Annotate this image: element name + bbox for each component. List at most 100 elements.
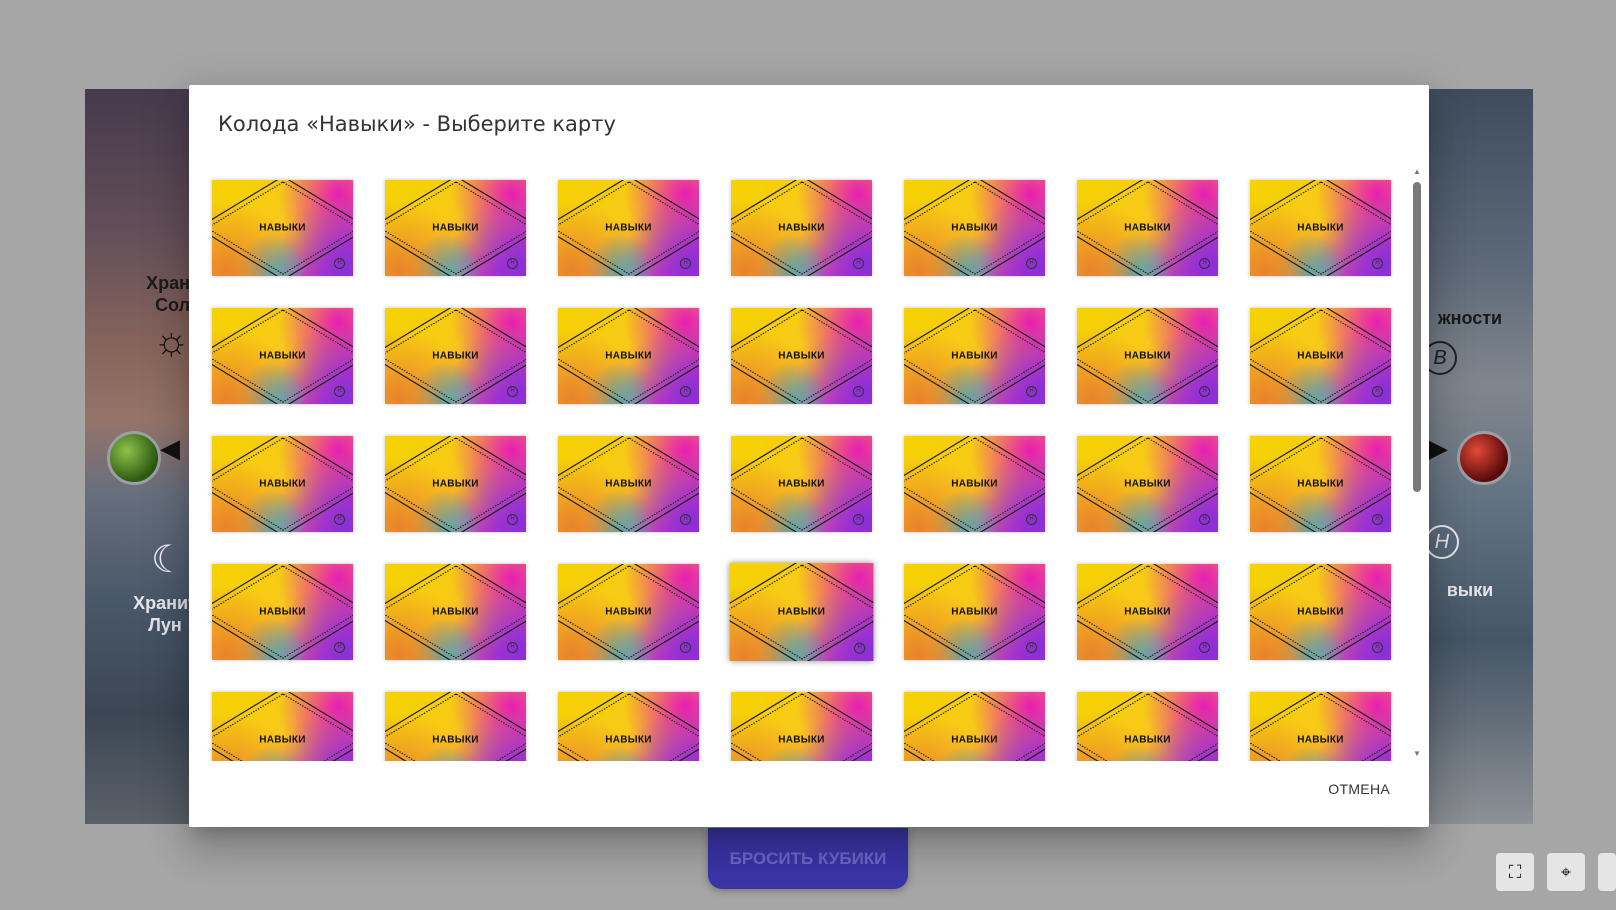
card-label: НАВЫКИ xyxy=(778,734,825,746)
skill-card[interactable]: НАВЫКИН xyxy=(212,436,353,532)
skill-card[interactable]: НАВЫКИН xyxy=(385,564,526,660)
card-label: НАВЫКИ xyxy=(1124,606,1171,618)
skill-card[interactable]: НАВЫКИН xyxy=(1250,692,1391,761)
skill-card[interactable]: НАВЫКИ Н xyxy=(385,180,526,276)
skill-card[interactable]: НАВЫКИ Н xyxy=(729,563,874,661)
card-diamond-inner-frame xyxy=(1077,693,1218,761)
locate-icon[interactable]: ⌖ xyxy=(1547,853,1585,891)
card-label: НАВЫКИ xyxy=(1297,478,1344,490)
skill-card[interactable]: НАВЫКИН xyxy=(1077,692,1218,761)
more-controls-button[interactable] xyxy=(1598,853,1616,891)
card-label: НАВЫКИ xyxy=(951,222,998,234)
red-lamp[interactable] xyxy=(1457,431,1511,485)
sun-icon: ☼ xyxy=(153,319,190,363)
skill-card[interactable]: НАВЫКИН xyxy=(1077,308,1218,404)
board-label-skills-text: выки xyxy=(1446,580,1494,600)
skill-card[interactable]: НАВЫКИН xyxy=(904,564,1045,660)
card-label: НАВЫКИ xyxy=(432,478,479,490)
card-mark-icon: Н xyxy=(1026,386,1037,397)
card-mark-icon: Н xyxy=(334,258,345,269)
card-label: НАВЫКИ xyxy=(1124,734,1171,746)
card-mark-icon: Н xyxy=(507,258,518,269)
card-label: НАВЫКИ xyxy=(432,734,479,746)
card-diamond-inner-frame xyxy=(385,693,526,761)
card-list[interactable]: НАВЫКИ Н НАВЫКИ Н НАВЫКИ Н НАВЫКИ Н НАВЫКИ Н НАВЫК… xyxy=(189,169,1429,761)
skill-card[interactable]: НАВЫКИН xyxy=(212,692,353,761)
card-label: НАВЫКИ xyxy=(1297,606,1344,618)
card-diamond-inner-frame xyxy=(558,693,699,761)
card-label: НАВЫКИ xyxy=(777,606,826,618)
skill-card[interactable]: НАВЫКИН xyxy=(1250,308,1391,404)
fullscreen-icon[interactable]: ⛶ xyxy=(1496,853,1534,891)
skill-card[interactable]: НАВЫКИН xyxy=(558,564,699,660)
card-mark-icon: Н xyxy=(854,642,866,654)
skill-card[interactable]: НАВЫКИН xyxy=(904,436,1045,532)
card-label: НАВЫКИ xyxy=(432,350,479,362)
card-label: НАВЫКИ xyxy=(778,222,825,234)
skill-card[interactable]: НАВЫКИН xyxy=(558,308,699,404)
green-lamp[interactable] xyxy=(107,431,161,485)
board-label-possibilities-text: жности xyxy=(1437,308,1503,328)
card-label: НАВЫКИ xyxy=(259,606,306,618)
card-mark-icon: Н xyxy=(1372,386,1383,397)
skill-card[interactable]: НАВЫКИН xyxy=(212,308,353,404)
skill-card[interactable]: НАВЫКИ Н xyxy=(212,564,353,660)
skill-card[interactable]: НАВЫКИ Н xyxy=(1250,564,1391,660)
skill-card[interactable]: НАВЫКИН xyxy=(1250,436,1391,532)
card-grid: НАВЫКИ Н НАВЫКИ Н НАВЫКИ Н НАВЫКИ Н НАВЫКИ Н НАВЫК… xyxy=(212,180,1391,761)
card-mark-icon: Н xyxy=(853,514,864,525)
board-label-moon-keeper-text: Хранит Лун xyxy=(133,593,197,635)
card-diamond-inner-frame xyxy=(731,693,872,761)
card-mark-icon: Н xyxy=(1199,258,1210,269)
left-arrow-icon: ◀ xyxy=(160,433,180,463)
board-label-skills: выки xyxy=(1420,579,1520,601)
skill-card[interactable]: НАВЫКИН xyxy=(1077,436,1218,532)
card-mark-icon: Н xyxy=(1372,258,1383,269)
skill-card[interactable]: НАВЫКИН xyxy=(385,436,526,532)
skill-card[interactable]: НАВЫКИН xyxy=(904,180,1045,276)
skill-card[interactable]: НАВЫКИН xyxy=(904,692,1045,761)
card-mark-icon: Н xyxy=(1199,642,1210,653)
skill-card[interactable]: НАВЫКИН xyxy=(558,436,699,532)
card-mark-icon: Н xyxy=(680,258,691,269)
card-mark-icon: Н xyxy=(853,258,864,269)
skill-card[interactable]: НАВЫКИН xyxy=(731,436,872,532)
card-mark-icon: Н xyxy=(1372,642,1383,653)
skill-card[interactable]: НАВЫКИН xyxy=(212,180,353,276)
skill-card[interactable]: НАВЫКИН xyxy=(385,308,526,404)
skill-card[interactable]: НАВЫКИ Н xyxy=(731,180,872,276)
card-mark-icon: Н xyxy=(334,386,345,397)
scroll-down-icon[interactable]: ▼ xyxy=(1412,749,1422,759)
card-label: НАВЫКИ xyxy=(432,222,479,234)
scroll-thumb[interactable] xyxy=(1413,182,1421,492)
select-card-dialog: Колода «Навыки» - Выберите карту НАВЫКИ Н… xyxy=(189,85,1429,827)
roll-dice-button[interactable]: БРОСИТЬ КУБИКИ xyxy=(708,828,908,889)
skill-card[interactable]: НАВЫКИН xyxy=(558,692,699,761)
card-mark-icon: Н xyxy=(1199,514,1210,525)
skill-card[interactable]: НАВЫКИ Н xyxy=(1077,180,1218,276)
scroll-up-icon[interactable]: ▲ xyxy=(1412,167,1422,177)
card-label: НАВЫКИ xyxy=(432,606,479,618)
card-label: НАВЫКИ xyxy=(1124,350,1171,362)
skill-card[interactable]: НАВЫКИН xyxy=(731,692,872,761)
dialog-title: Колода «Навыки» - Выберите карту xyxy=(218,112,616,136)
card-mark-icon: Н xyxy=(334,642,345,653)
cancel-button[interactable]: ОТМЕНА xyxy=(1328,777,1390,801)
skill-card[interactable]: НАВЫКИН xyxy=(558,180,699,276)
board-label-possibilities: жности xyxy=(1420,307,1520,329)
card-mark-icon: Н xyxy=(680,514,691,525)
card-label: НАВЫКИ xyxy=(1124,222,1171,234)
skill-card[interactable]: НАВЫКИ Н xyxy=(731,308,872,404)
skill-card[interactable]: НАВЫКИН xyxy=(385,692,526,761)
card-diamond-inner-frame xyxy=(212,693,353,761)
skill-card[interactable]: НАВЫКИН xyxy=(1250,180,1391,276)
card-label: НАВЫКИ xyxy=(951,734,998,746)
card-diamond-inner-frame xyxy=(1250,693,1391,761)
skill-card[interactable]: НАВЫКИН xyxy=(904,308,1045,404)
card-label: НАВЫКИ xyxy=(778,350,825,362)
card-label: НАВЫКИ xyxy=(259,478,306,490)
card-label: НАВЫКИ xyxy=(605,606,652,618)
skill-card[interactable]: НАВЫКИ Н xyxy=(1077,564,1218,660)
card-list-scrollbar[interactable]: ▲ ▼ xyxy=(1412,167,1422,759)
card-mark-icon: Н xyxy=(853,386,864,397)
